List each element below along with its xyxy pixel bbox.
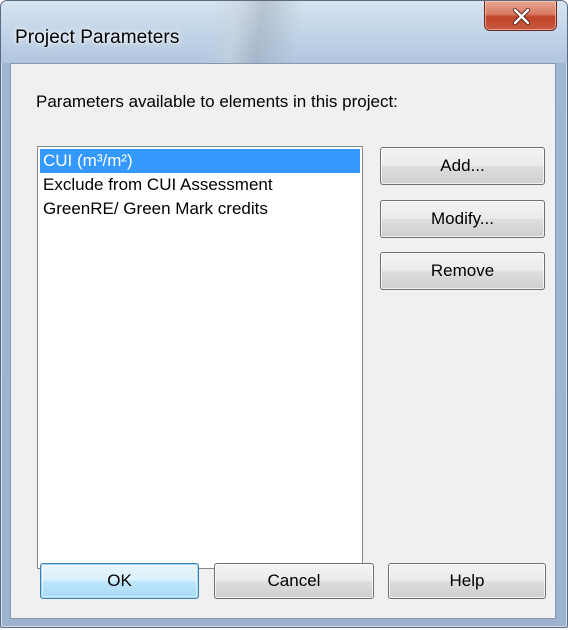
list-item[interactable]: Exclude from CUI Assessment	[40, 173, 360, 197]
add-button[interactable]: Add...	[380, 147, 545, 185]
parameters-caption: Parameters available to elements in this…	[36, 92, 398, 111]
list-item[interactable]: CUI (m³/m²)	[40, 149, 360, 173]
modify-button[interactable]: Modify...	[380, 200, 545, 238]
remove-button[interactable]: Remove	[380, 252, 545, 290]
list-item[interactable]: GreenRE/ Green Mark credits	[40, 197, 360, 221]
ok-button[interactable]: OK	[40, 563, 199, 599]
close-button[interactable]	[484, 1, 557, 31]
dialog-window: Project Parameters Parameters available …	[0, 0, 568, 628]
window-title: Project Parameters	[15, 27, 180, 48]
cancel-button[interactable]: Cancel	[214, 563, 374, 599]
title-bar[interactable]: Project Parameters	[1, 1, 567, 63]
help-button[interactable]: Help	[388, 563, 546, 599]
parameters-list[interactable]: CUI (m³/m²) Exclude from CUI Assessment …	[37, 146, 363, 569]
close-icon	[512, 8, 531, 25]
dialog-body: Parameters available to elements in this…	[10, 63, 556, 619]
